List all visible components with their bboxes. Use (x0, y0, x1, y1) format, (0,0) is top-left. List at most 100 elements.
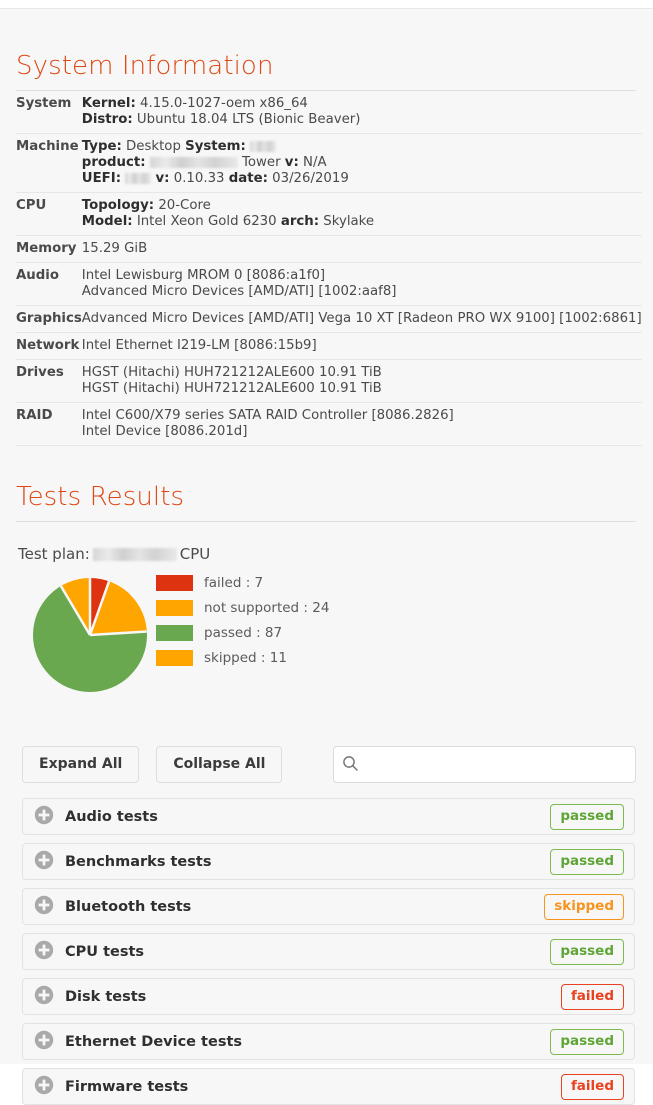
system-info-row: Audio Intel Lewisburg MROM 0 [8086:a1f0] A… (16, 262, 642, 306)
expand-plus-icon[interactable] (34, 1030, 54, 1054)
system-info-field-text: Intel Lewisburg MROM 0 [8086:a1f0] (81, 268, 326, 283)
system-info-row: Memory 15.29 GiB (16, 235, 642, 263)
system-info-value-line: Type: Desktop System: (82, 139, 642, 155)
legend-swatch (156, 599, 193, 616)
test-section-name: Benchmarks tests (65, 853, 212, 870)
system-info-value-line: product: Tower v: N/A (82, 155, 642, 171)
expand-plus-icon[interactable] (34, 940, 54, 964)
system-info-field-label: Kernel: (81, 96, 136, 111)
search-input[interactable] (333, 746, 636, 783)
system-info-row: Drives HGST (Hitachi) HUH721212ALE600 10.… (16, 359, 642, 403)
system-info-value: Advanced Micro Devices [AMD/ATI] Vega 10… (81, 305, 642, 333)
system-information-table: System Kernel: 4.15.0-1027-oem x86_64 Dist… (16, 91, 642, 446)
collapse-all-button[interactable]: Collapse All (156, 746, 283, 783)
system-info-field-text: 03/26/2019 (272, 171, 349, 186)
system-info-value-line: Intel Ethernet I219-LM [8086:15b9] (82, 338, 642, 354)
test-plan-suffix: CPU (179, 545, 211, 563)
expand-all-button[interactable]: Expand All (22, 746, 140, 783)
system-info-row: Machine Type: Desktop System: product: To… (16, 133, 642, 193)
test-section-name: Firmware tests (65, 1078, 189, 1095)
system-info-key: Graphics (16, 305, 82, 333)
system-info-value: 15.29 GiB (81, 235, 642, 263)
system-info-field-label: Distro: (81, 112, 133, 127)
system-info-field-text: 0.10.33 (173, 171, 225, 186)
system-info-value-line: Advanced Micro Devices [AMD/ATI] [1002:a… (82, 284, 642, 300)
legend-label: passed : 87 (204, 624, 283, 641)
system-info-value: Intel C600/X79 series SATA RAID Controll… (81, 402, 642, 446)
test-section-row[interactable]: Bluetooth tests skipped (22, 888, 635, 925)
legend-swatch (156, 649, 193, 666)
system-info-field-text: N/A (303, 155, 327, 170)
expand-plus-icon[interactable] (34, 850, 54, 874)
redacted-value (125, 173, 152, 184)
test-section-row[interactable]: Disk tests failed (22, 978, 635, 1015)
system-info-value-line: Kernel: 4.15.0-1027-oem x86_64 (82, 96, 642, 112)
system-info-value-line: UEFI: v: 0.10.33 date: 03/26/2019 (82, 171, 642, 187)
redacted-value (250, 141, 277, 152)
results-legend: failed : 7 not supported : 24 passed : 87 s… (156, 570, 329, 670)
tests-results-heading: Tests Results (16, 482, 185, 512)
status-badge: passed (550, 803, 624, 830)
test-plan-redacted-value (92, 548, 177, 561)
test-section-row[interactable]: Firmware tests failed (22, 1068, 635, 1105)
page-content: System Information System Kernel: 4.15.0-… (0, 9, 653, 1105)
legend-item: failed : 7 (156, 570, 329, 595)
results-chart: failed : 7 not supported : 24 passed : 87 s… (16, 574, 636, 728)
test-plan-line: Test plan: CPU (16, 522, 636, 564)
system-info-value: Intel Ethernet I219-LM [8086:15b9] (81, 332, 642, 360)
system-info-field-label: UEFI: (81, 171, 122, 186)
expand-plus-icon[interactable] (34, 1075, 54, 1099)
system-info-field-text: HGST (Hitachi) HUH721212ALE600 10.91 TiB (81, 381, 382, 396)
system-info-field-text: Skylake (323, 214, 375, 229)
test-section-row[interactable]: Ethernet Device tests passed (22, 1023, 635, 1060)
expand-plus-icon[interactable] (34, 805, 54, 829)
system-info-field-label: date: (228, 171, 268, 186)
system-info-field-label: v: (155, 171, 170, 186)
system-info-value-line: Advanced Micro Devices [AMD/ATI] Vega 10… (82, 311, 642, 327)
legend-swatch (156, 574, 193, 591)
system-info-field-label: Model: (81, 214, 133, 229)
test-section-name: Disk tests (65, 988, 147, 1005)
legend-item: skipped : 11 (156, 645, 329, 670)
system-info-field-text: 15.29 GiB (81, 241, 148, 256)
system-info-value-line: Model: Intel Xeon Gold 6230 arch: Skylak… (82, 214, 642, 230)
system-info-row: System Kernel: 4.15.0-1027-oem x86_64 Dist… (16, 91, 642, 134)
test-section-row[interactable]: Audio tests passed (22, 798, 635, 835)
test-section-name: Bluetooth tests (65, 898, 192, 915)
system-info-field-text: 4.15.0-1027-oem x86_64 (140, 96, 308, 111)
system-info-key: Network (16, 332, 82, 360)
test-section-name: CPU tests (65, 943, 145, 960)
system-info-field-text: 20-Core (158, 198, 211, 213)
test-section-row[interactable]: Benchmarks tests passed (22, 843, 635, 880)
system-info-value: HGST (Hitachi) HUH721212ALE600 10.91 TiB… (81, 359, 642, 403)
test-section-row[interactable]: CPU tests passed (22, 933, 635, 970)
system-info-value: Intel Lewisburg MROM 0 [8086:a1f0] Advanc… (81, 262, 642, 306)
system-info-field-label: arch: (280, 214, 320, 229)
status-badge: passed (550, 1028, 624, 1055)
system-info-field-label: System: (185, 139, 246, 154)
status-badge: failed (560, 1073, 624, 1100)
expand-plus-icon[interactable] (34, 895, 54, 919)
system-info-row: Network Intel Ethernet I219-LM [8086:15b9… (16, 332, 642, 360)
system-info-value-line: Intel Lewisburg MROM 0 [8086:a1f0] (82, 268, 642, 284)
status-badge: failed (560, 983, 624, 1010)
system-info-field-text: Intel Device [8086.201d] (81, 424, 248, 439)
results-pie-chart (33, 578, 147, 692)
status-badge: passed (550, 848, 624, 875)
system-info-key: System (16, 91, 82, 134)
test-sections-list: Audio tests passed Benchmarks tests passed B… (16, 798, 636, 1105)
system-info-key: Machine (16, 133, 82, 193)
expand-plus-icon[interactable] (34, 985, 54, 1009)
list-controls: Expand All Collapse All (16, 746, 636, 783)
legend-item: not supported : 24 (156, 595, 329, 620)
system-info-value-line: Distro: Ubuntu 18.04 LTS (Bionic Beaver) (82, 112, 642, 128)
system-info-row: Graphics Advanced Micro Devices [AMD/ATI]… (16, 305, 642, 333)
legend-label: not supported : 24 (204, 599, 330, 616)
search-box (333, 746, 636, 783)
system-info-key: Audio (16, 262, 82, 306)
pie-slice-dividers (59, 578, 147, 637)
system-info-field-label: product: (81, 155, 146, 170)
system-info-field-text: Tower (242, 155, 281, 170)
system-info-field-text: Intel C600/X79 series SATA RAID Controll… (81, 408, 454, 423)
system-info-field-text: HGST (Hitachi) HUH721212ALE600 10.91 TiB (81, 365, 382, 380)
